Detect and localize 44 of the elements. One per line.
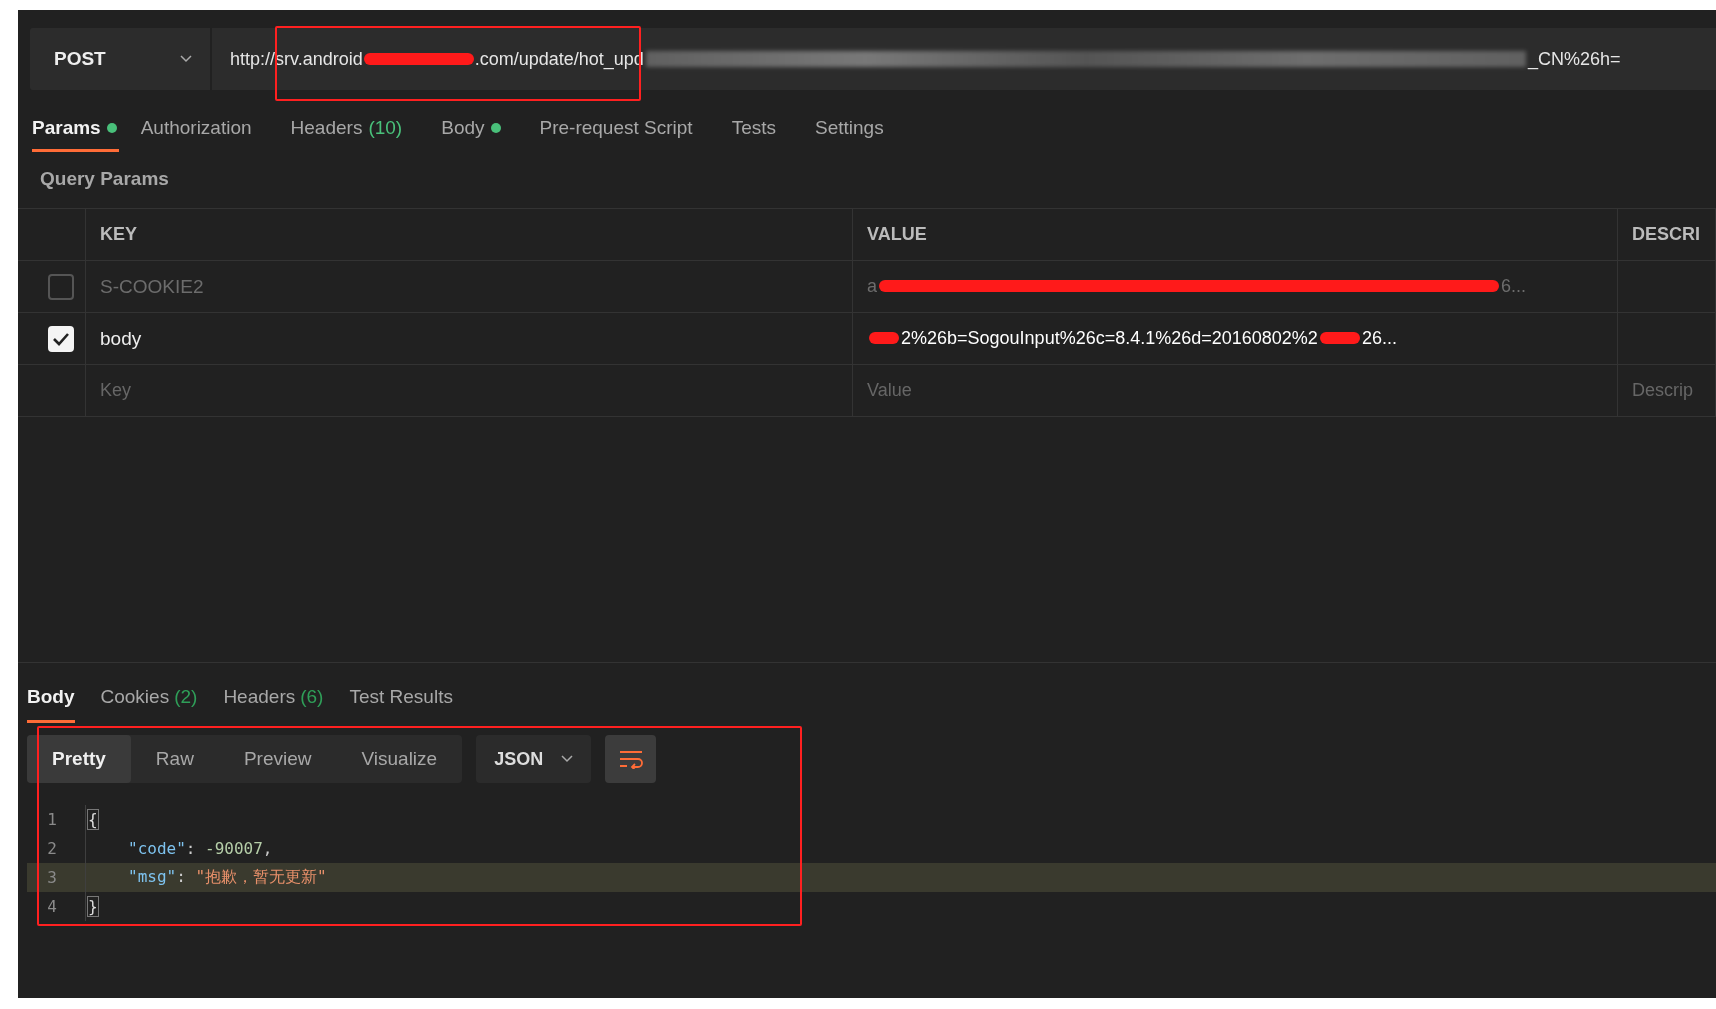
request-tab[interactable]: Tests	[731, 106, 793, 152]
view-mode-tab[interactable]: Visualize	[336, 735, 463, 783]
column-header: DESCRI	[1631, 224, 1700, 245]
request-tab[interactable]: Authorization	[140, 106, 269, 152]
redaction-mark	[869, 332, 899, 344]
line-number: 1	[46, 810, 58, 829]
section-title: Query Params	[40, 168, 169, 190]
redaction-mark	[1319, 332, 1360, 344]
request-tab[interactable]: Settings	[815, 106, 901, 152]
request-tab[interactable]: Body	[441, 106, 518, 152]
line-number: 2	[46, 839, 58, 858]
response-tab[interactable]: Cookies (2)	[100, 673, 198, 723]
view-mode-tab[interactable]: Preview	[218, 735, 337, 783]
checkbox[interactable]	[48, 273, 74, 300]
request-tab[interactable]: Headers (10)	[290, 106, 420, 152]
view-mode-tab[interactable]: Raw	[130, 735, 219, 783]
method-dropdown[interactable]: POST	[30, 28, 210, 90]
text-fragment: 6...	[1501, 276, 1527, 296]
view-mode-tab[interactable]: Pretty	[27, 735, 131, 783]
param-value[interactable]: 2%26b=SogouInput%26c=8.4.1%26d=20160802%2 26...	[853, 328, 1397, 349]
format-dropdown[interactable]: JSON	[476, 735, 592, 783]
line-number: 4	[46, 897, 58, 916]
text-fragment: 2%26b=SogouInput%26c=8.4.1%26d=20160802%2	[901, 328, 1318, 348]
code-line: "msg": "抱歉，暂无更新"	[128, 867, 327, 888]
chevron-down-icon	[180, 55, 192, 63]
column-header: KEY	[99, 224, 137, 245]
code-line: {	[88, 810, 98, 829]
response-tab[interactable]: Test Results	[349, 673, 453, 723]
response-tab[interactable]: Body	[27, 673, 75, 723]
response-tab[interactable]: Headers (6)	[223, 673, 324, 723]
check-icon	[52, 331, 70, 346]
wrap-lines-button[interactable]	[605, 735, 657, 783]
chevron-down-icon	[561, 755, 574, 763]
param-key[interactable]: body	[86, 327, 142, 350]
request-tab[interactable]: Params	[32, 106, 119, 152]
text-fragment: _CN%26h=	[1527, 48, 1621, 70]
request-tab[interactable]: Pre-request Script	[539, 106, 710, 152]
column-header: VALUE	[866, 224, 927, 245]
text-fragment: 26...	[1361, 328, 1397, 348]
wrap-lines-icon	[617, 749, 644, 769]
line-number: 3	[46, 868, 58, 887]
text-fragment: a	[867, 276, 877, 296]
code-line: }	[88, 897, 98, 916]
code-line: "code": -90007,	[128, 839, 273, 858]
